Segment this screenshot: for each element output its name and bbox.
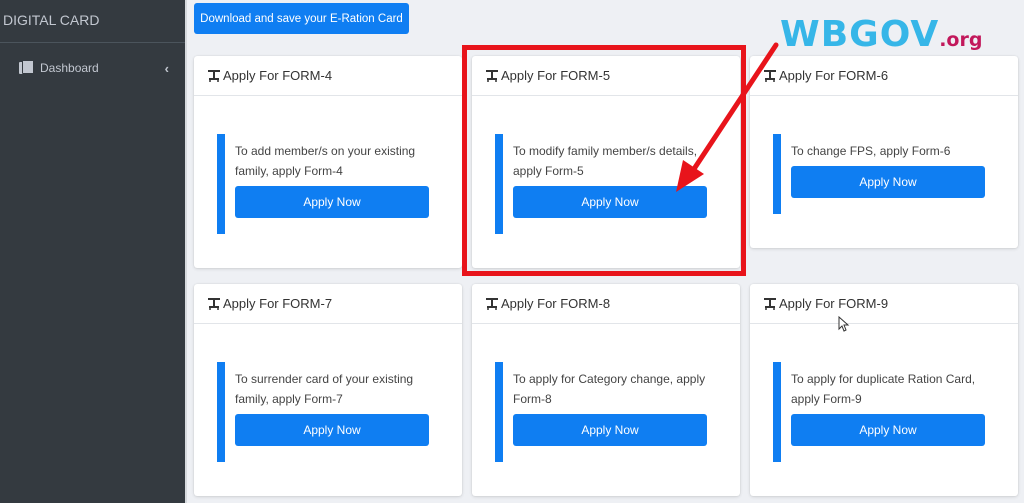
apply-now-button-form-5[interactable]: Apply Now bbox=[513, 186, 707, 218]
form-icon bbox=[764, 69, 776, 82]
card-header: Apply For FORM-5 bbox=[472, 56, 740, 96]
callout: To modify family member/s details, apply… bbox=[495, 134, 710, 234]
apply-now-button-form-9[interactable]: Apply Now bbox=[791, 414, 985, 446]
callout: To surrender card of your existing famil… bbox=[217, 362, 432, 462]
callout: To apply for Category change, apply Form… bbox=[495, 362, 710, 462]
sidebar: DIGITAL CARD Dashboard ‹ bbox=[0, 0, 187, 503]
card-header: Apply For FORM-4 bbox=[194, 56, 462, 96]
card-description: To surrender card of your existing famil… bbox=[235, 372, 414, 406]
brand-title[interactable]: DIGITAL CARD bbox=[0, 0, 185, 43]
form-icon bbox=[764, 297, 776, 310]
form-icon bbox=[486, 69, 498, 82]
form-icon bbox=[208, 69, 220, 82]
card-description: To change FPS, apply Form-6 bbox=[791, 144, 951, 158]
form-card-4: Apply For FORM-4 To add member/s on your… bbox=[194, 56, 462, 268]
main-content: Download and save your E-Ration Card App… bbox=[189, 0, 1024, 503]
callout: To add member/s on your existing family,… bbox=[217, 134, 432, 234]
callout: To change FPS, apply Form-6 Apply Now bbox=[773, 134, 988, 214]
form-card-5: Apply For FORM-5 To modify family member… bbox=[472, 56, 740, 268]
form-card-7: Apply For FORM-7 To surrender card of yo… bbox=[194, 284, 462, 496]
card-description: To apply for duplicate Ration Card, appl… bbox=[791, 372, 976, 406]
form-card-6: Apply For FORM-6 To change FPS, apply Fo… bbox=[750, 56, 1018, 248]
apply-now-button-form-4[interactable]: Apply Now bbox=[235, 186, 429, 218]
callout: To apply for duplicate Ration Card, appl… bbox=[773, 362, 988, 462]
copy-icon bbox=[19, 60, 34, 76]
card-description: To apply for Category change, apply Form… bbox=[513, 372, 706, 406]
card-header: Apply For FORM-9 bbox=[750, 284, 1018, 324]
card-title: Apply For FORM-7 bbox=[223, 296, 333, 311]
card-title: Apply For FORM-6 bbox=[779, 68, 889, 83]
card-title: Apply For FORM-8 bbox=[501, 296, 611, 311]
form-icon bbox=[486, 297, 498, 310]
apply-now-button-form-6[interactable]: Apply Now bbox=[791, 166, 985, 198]
card-description: To modify family member/s details, apply… bbox=[513, 144, 698, 178]
apply-now-button-form-7[interactable]: Apply Now bbox=[235, 414, 429, 446]
form-card-9: Apply For FORM-9 To apply for duplicate … bbox=[750, 284, 1018, 496]
card-title: Apply For FORM-4 bbox=[223, 68, 333, 83]
card-title: Apply For FORM-5 bbox=[501, 68, 611, 83]
card-header: Apply For FORM-7 bbox=[194, 284, 462, 324]
card-header: Apply For FORM-6 bbox=[750, 56, 1018, 96]
download-ecard-button[interactable]: Download and save your E-Ration Card bbox=[194, 3, 409, 34]
card-title: Apply For FORM-9 bbox=[779, 296, 889, 311]
card-description: To add member/s on your existing family,… bbox=[235, 144, 416, 178]
sidebar-item-dashboard[interactable]: Dashboard ‹ bbox=[0, 48, 185, 88]
form-icon bbox=[208, 297, 220, 310]
apply-now-button-form-8[interactable]: Apply Now bbox=[513, 414, 707, 446]
form-card-8: Apply For FORM-8 To apply for Category c… bbox=[472, 284, 740, 496]
sidebar-item-label: Dashboard bbox=[40, 61, 99, 75]
chevron-left-icon[interactable]: ‹ bbox=[165, 61, 169, 76]
card-header: Apply For FORM-8 bbox=[472, 284, 740, 324]
